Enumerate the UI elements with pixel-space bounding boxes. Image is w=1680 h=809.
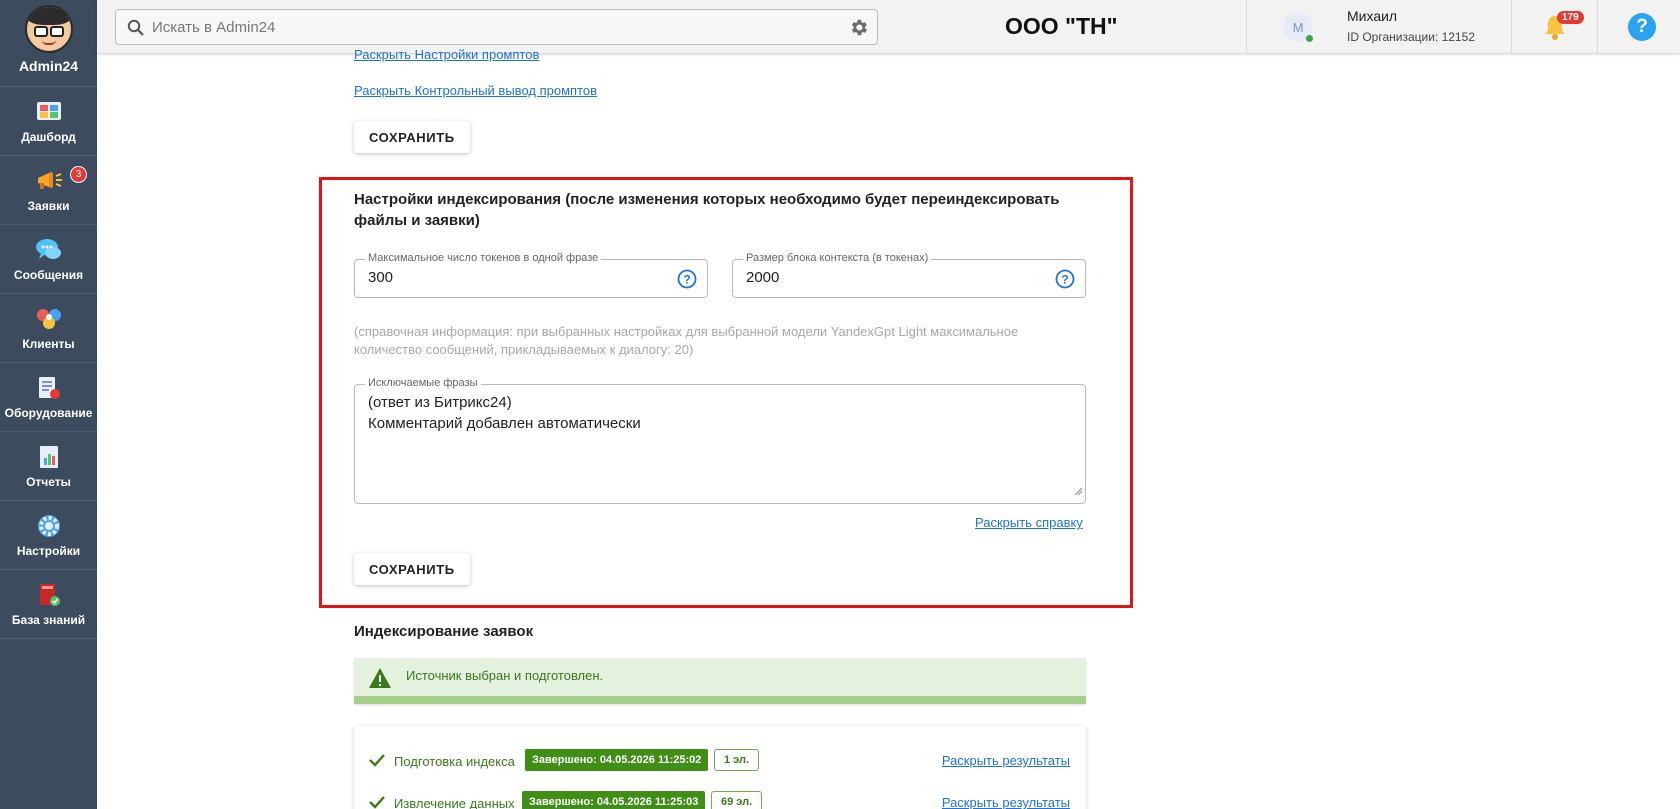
organization-id: ID Организации: 12152 xyxy=(1347,30,1475,44)
help-circle-icon[interactable]: ? xyxy=(677,269,697,294)
stage-label: Извлечение данных xyxy=(394,796,515,809)
status-badge: Завершено: 04.05.2026 11:25:02 xyxy=(525,749,709,771)
help-circle-icon[interactable]: ? xyxy=(1055,269,1075,294)
top-bar: ООО "ТН" М Михаил ID Организации: 12152 … xyxy=(97,0,1680,54)
organization-title: ООО "ТН" xyxy=(1005,13,1118,39)
checkmark-icon xyxy=(368,752,386,773)
search-box xyxy=(115,9,878,45)
stage-label: Подготовка индекса xyxy=(394,754,515,769)
warning-triangle-icon xyxy=(368,667,392,694)
expand-help-link[interactable]: Раскрыть справку xyxy=(975,515,1083,530)
sidebar-item-label: Отчеты xyxy=(26,474,71,489)
sidebar: Admin24 Дашборд 3 Заявки Сообщения Клиен… xyxy=(0,0,97,809)
svg-text:?: ? xyxy=(683,273,690,287)
excluded-phrase-line: (ответ из Битрикс24) xyxy=(368,394,512,411)
checkmark-icon xyxy=(368,794,386,809)
megaphone-icon xyxy=(35,168,63,194)
requests-indexing-title: Индексирование заявок xyxy=(354,623,534,640)
search-input[interactable] xyxy=(152,16,832,38)
sidebar-item-label: Настройки xyxy=(16,543,81,558)
max-tokens-input[interactable] xyxy=(368,269,628,286)
max-tokens-label: Максимальное число токенов в одной фразе xyxy=(365,252,602,264)
sidebar-item-label: Дашборд xyxy=(21,129,76,144)
gear-icon xyxy=(35,513,63,539)
max-tokens-field[interactable]: Максимальное число токенов в одной фразе… xyxy=(354,252,708,298)
user-name[interactable]: Михаил xyxy=(1347,8,1397,24)
context-block-size-input[interactable] xyxy=(746,269,1006,286)
alert-message: Источник выбран и подготовлен. xyxy=(406,668,604,683)
sidebar-item-label: Клиенты xyxy=(22,336,75,351)
count-badge: 69 эл. xyxy=(711,791,763,809)
source-ready-alert: Источник выбран и подготовлен. xyxy=(354,658,1086,704)
search-settings-gear-icon[interactable] xyxy=(848,17,869,43)
resize-handle-icon[interactable] xyxy=(1074,483,1083,501)
save-indexing-settings-button[interactable]: СОХРАНИТЬ xyxy=(354,553,470,585)
list-item: Извлечение данных Завершено: 04.05.2026 … xyxy=(354,791,1086,809)
notifications-badge: 179 xyxy=(1557,11,1584,24)
sidebar-item-requests[interactable]: 3 Заявки xyxy=(0,156,97,225)
sidebar-item-knowledge-base[interactable]: База знаний xyxy=(0,570,97,639)
brand-logo-icon xyxy=(24,5,73,53)
online-status-dot xyxy=(1306,35,1313,42)
topbar-divider xyxy=(1597,0,1598,54)
list-item: Подготовка индекса Завершено: 04.05.2026… xyxy=(354,749,1086,775)
expand-prompt-settings-link[interactable]: Раскрыть Настройки промптов xyxy=(354,47,539,62)
sidebar-item-reports[interactable]: Отчеты xyxy=(0,432,97,501)
sidebar-item-label: Сообщения xyxy=(13,267,84,282)
expand-control-output-link[interactable]: Раскрыть Контрольный вывод промптов xyxy=(354,83,597,98)
count-badge: 1 эл. xyxy=(714,749,760,771)
expand-results-link[interactable]: Раскрыть результаты xyxy=(942,753,1070,768)
chat-icon xyxy=(35,237,63,263)
search-icon xyxy=(127,19,144,41)
excluded-phrases-label: Исключаемые фразы xyxy=(365,377,481,389)
topbar-divider xyxy=(1511,0,1512,54)
equipment-icon xyxy=(35,375,63,401)
status-badge: Завершено: 04.05.2026 11:25:03 xyxy=(522,791,706,809)
knowledge-base-icon xyxy=(35,582,63,608)
context-block-size-label: Размер блока контекста (в токенах) xyxy=(743,252,932,264)
sidebar-item-clients[interactable]: Клиенты xyxy=(0,294,97,363)
topbar-divider xyxy=(1246,0,1247,54)
sidebar-item-settings[interactable]: Настройки xyxy=(0,501,97,570)
reference-hint: (справочная информация: при выбранных на… xyxy=(354,324,1019,357)
svg-text:?: ? xyxy=(1061,273,1068,287)
brand[interactable]: Admin24 xyxy=(0,0,97,87)
sidebar-item-dashboard[interactable]: Дашборд xyxy=(0,87,97,156)
indexing-results-card: Подготовка индекса Завершено: 04.05.2026… xyxy=(354,726,1086,809)
help-button[interactable]: ? xyxy=(1628,13,1656,41)
expand-results-link[interactable]: Раскрыть результаты xyxy=(942,795,1070,809)
requests-count-badge: 3 xyxy=(70,166,87,183)
sidebar-item-label: Заявки xyxy=(27,198,70,213)
excluded-phrases-textarea[interactable]: Исключаемые фразы (ответ из Битрикс24) К… xyxy=(354,377,1086,504)
sidebar-item-messages[interactable]: Сообщения xyxy=(0,225,97,294)
dashboard-icon xyxy=(35,99,63,125)
reports-icon xyxy=(35,444,63,470)
context-block-size-field[interactable]: Размер блока контекста (в токенах) ? xyxy=(732,252,1086,298)
excluded-phrase-line: Комментарий добавлен автоматически xyxy=(368,415,641,432)
sidebar-item-label: Оборудование xyxy=(4,405,93,420)
clients-icon xyxy=(35,306,63,332)
brand-name: Admin24 xyxy=(18,58,79,74)
sidebar-item-equipment[interactable]: Оборудование xyxy=(0,363,97,432)
sidebar-item-label: База знаний xyxy=(11,612,86,627)
save-prompts-button[interactable]: СОХРАНИТЬ xyxy=(354,121,470,153)
indexing-settings-title: Настройки индексирования (после изменени… xyxy=(354,191,1060,229)
